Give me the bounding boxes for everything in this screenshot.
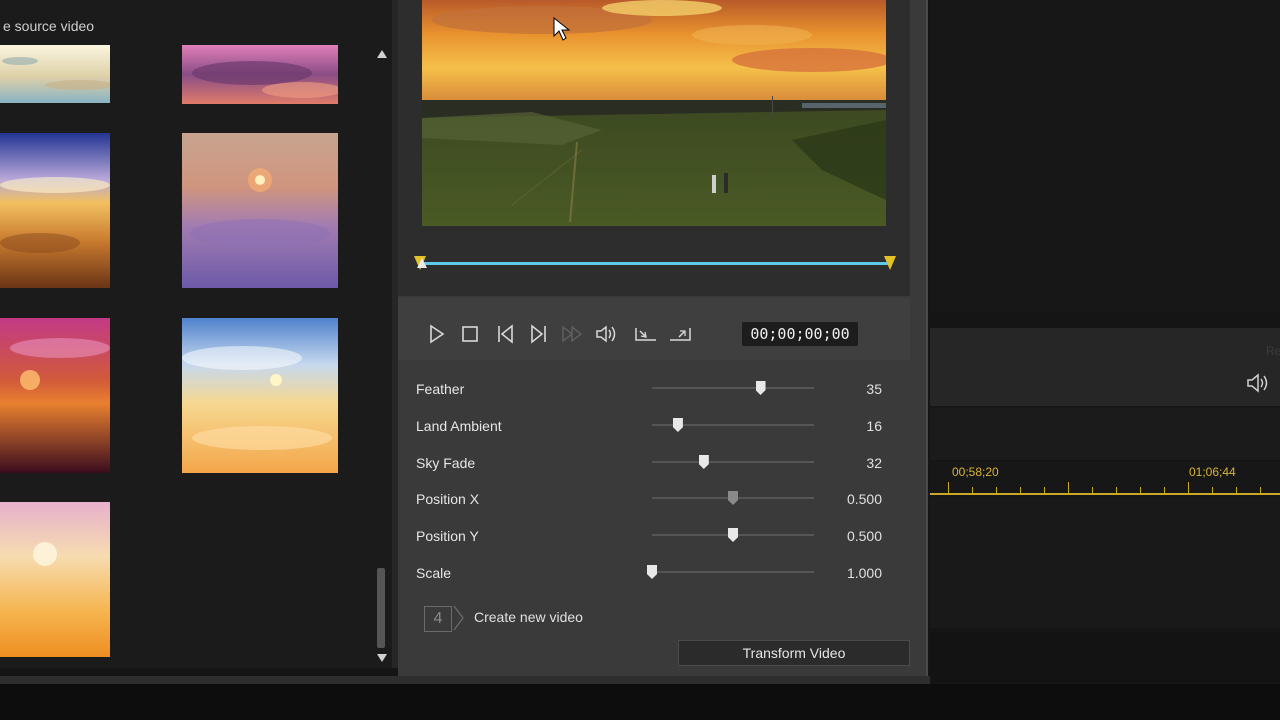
- next-frame-icon: [531, 324, 546, 344]
- sky-thumb-6-image: [182, 318, 338, 473]
- preview-frame-image: [422, 0, 892, 226]
- transform-video-button[interactable]: Transform Video: [678, 640, 910, 666]
- ruler-time-label: 00;58;20: [952, 465, 999, 479]
- sky-thumb-5-image: [0, 318, 110, 473]
- sky-thumb-5[interactable]: [0, 318, 110, 473]
- feather-slider[interactable]: [652, 387, 814, 389]
- toolbar-button-text[interactable]: Re: [1266, 344, 1280, 358]
- scale-value: 1.000: [846, 565, 882, 581]
- sky-thumb-4-image: [182, 133, 338, 288]
- right-preview-area: [930, 0, 1280, 312]
- ruler-tick: [1188, 482, 1189, 493]
- volume-icon[interactable]: [1246, 372, 1272, 394]
- ruler-tick: [1236, 487, 1237, 493]
- scroll-down-icon[interactable]: [377, 654, 387, 662]
- ruler-tick: [1116, 487, 1117, 493]
- sky-source-panel: e source video: [0, 0, 392, 668]
- timeline-track-area[interactable]: [930, 498, 1280, 628]
- prev-frame-icon: [498, 324, 513, 344]
- ruler-tick: [972, 487, 973, 493]
- sky-thumb-3[interactable]: [0, 133, 110, 288]
- previous-frame-button[interactable]: [492, 320, 518, 348]
- sky-thumb-2-image: [182, 45, 342, 104]
- right-toolbar: [930, 328, 1280, 406]
- play-button[interactable]: [423, 320, 449, 348]
- volume-icon: [596, 325, 616, 343]
- thumbnail-scrollbar[interactable]: [374, 44, 390, 668]
- stop-icon: [462, 326, 478, 342]
- ruler-tick: [1044, 487, 1045, 493]
- ruler-tick: [1092, 487, 1093, 493]
- mark-out-button[interactable]: [668, 320, 694, 348]
- land-ambient-value: 16: [866, 418, 882, 434]
- dialog-bottom-edge: [0, 676, 930, 684]
- fast-forward-icon: [562, 325, 583, 343]
- mouse-cursor-icon: [553, 16, 571, 41]
- sky-thumb-4[interactable]: [182, 133, 338, 288]
- step-label: Create new video: [474, 609, 583, 625]
- sky-fade-label: Sky Fade: [416, 455, 476, 471]
- next-frame-button[interactable]: [526, 320, 552, 348]
- ruler-tick: [1020, 487, 1021, 493]
- mark-in-icon: [635, 328, 656, 341]
- mark-out-icon: [670, 328, 691, 341]
- ruler-time-label: 01;06;44: [1189, 465, 1236, 479]
- sky-thumb-2[interactable]: [182, 45, 342, 104]
- timeline-track-area-lower[interactable]: [930, 632, 1280, 682]
- playhead-pin[interactable]: [417, 258, 427, 268]
- sky-thumb-1-image: [0, 45, 115, 103]
- feather-label: Feather: [416, 381, 465, 397]
- trim-end-marker[interactable]: [884, 256, 896, 270]
- bottom-area: [0, 684, 1280, 720]
- sky-thumb-6[interactable]: [182, 318, 338, 473]
- position-y-label: Position Y: [416, 528, 479, 544]
- sky-thumb-3-image: [0, 133, 110, 288]
- stop-button[interactable]: [457, 320, 483, 348]
- ruler-tick: [948, 482, 949, 493]
- ruler-tick: [1068, 482, 1069, 493]
- ruler-tick: [1260, 487, 1261, 493]
- sky-thumb-1[interactable]: [0, 45, 115, 103]
- position-y-value: 0.500: [846, 528, 882, 544]
- ruler-tick: [1164, 487, 1165, 493]
- step-number-badge: 4: [424, 606, 452, 632]
- ruler-tick: [996, 487, 997, 493]
- video-preview: [422, 0, 892, 226]
- play-icon: [430, 324, 445, 344]
- scale-slider[interactable]: [652, 571, 814, 573]
- volume-button[interactable]: [594, 320, 620, 348]
- land-ambient-label: Land Ambient: [416, 418, 502, 434]
- position-x-label: Position X: [416, 491, 480, 507]
- ruler-tick: [1212, 487, 1213, 493]
- sky-fade-slider[interactable]: [652, 461, 814, 463]
- ruler-baseline: [930, 493, 1280, 495]
- position-x-value: 0.500: [846, 491, 882, 507]
- ruler-tick: [1140, 487, 1141, 493]
- panel-title: e source video: [3, 18, 95, 34]
- sky-thumb-7[interactable]: [0, 502, 110, 657]
- sky-thumb-7-image: [0, 502, 110, 657]
- scroll-up-icon[interactable]: [377, 50, 387, 58]
- timeline-header: [930, 408, 1280, 460]
- scrollbar-thumb[interactable]: [377, 568, 385, 648]
- sky-fade-value: 32: [866, 455, 882, 471]
- mark-in-button[interactable]: [632, 320, 658, 348]
- scale-label: Scale: [416, 565, 452, 581]
- trim-range-bar[interactable]: [420, 262, 890, 265]
- fast-forward-button[interactable]: [560, 320, 586, 348]
- feather-value: 35: [866, 381, 882, 397]
- step-chevron-icon: [453, 605, 464, 631]
- timecode-display: 00;00;00;00: [742, 322, 858, 346]
